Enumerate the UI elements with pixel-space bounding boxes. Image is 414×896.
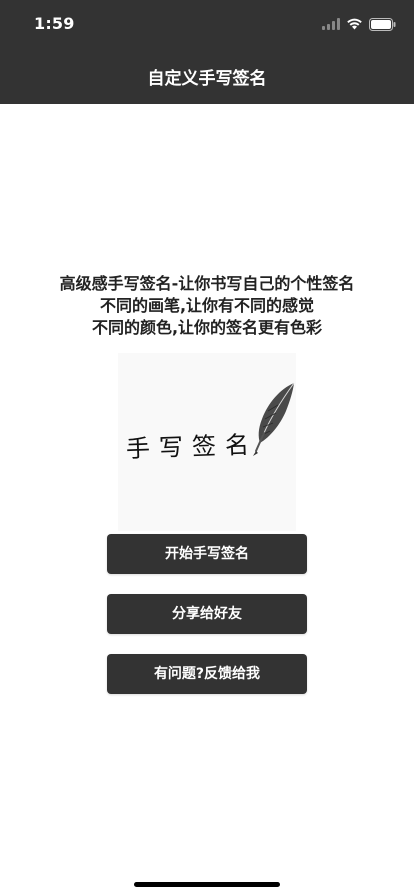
intro-line-2: 不同的画笔,让你有不同的感觉 <box>99 296 315 315</box>
header-bar: 1:59 自定义手写签名 <box>0 0 414 104</box>
illustration-text: 手写签名 <box>126 431 259 464</box>
page-title: 自定义手写签名 <box>147 69 267 89</box>
wifi-icon <box>347 18 362 30</box>
status-icons <box>322 16 396 32</box>
feedback-button[interactable]: 有问题?反馈给我 <box>107 654 307 694</box>
battery-icon <box>369 17 396 31</box>
intro-line-1: 高级感手写签名-让你书写自己的个性签名 <box>59 274 355 293</box>
status-time: 1:59 <box>34 14 75 33</box>
signal-icon <box>322 18 340 30</box>
quill-pen-icon <box>253 382 295 456</box>
share-button[interactable]: 分享给好友 <box>107 594 307 634</box>
intro-text: 高级感手写签名-让你书写自己的个性签名 不同的画笔,让你有不同的感觉 不同的颜色… <box>0 273 414 339</box>
signature-illustration: 手写签名 <box>118 353 296 531</box>
intro-line-3: 不同的颜色,让你的签名更有色彩 <box>91 318 323 337</box>
start-signature-button[interactable]: 开始手写签名 <box>107 534 307 574</box>
home-indicator[interactable] <box>134 882 280 887</box>
